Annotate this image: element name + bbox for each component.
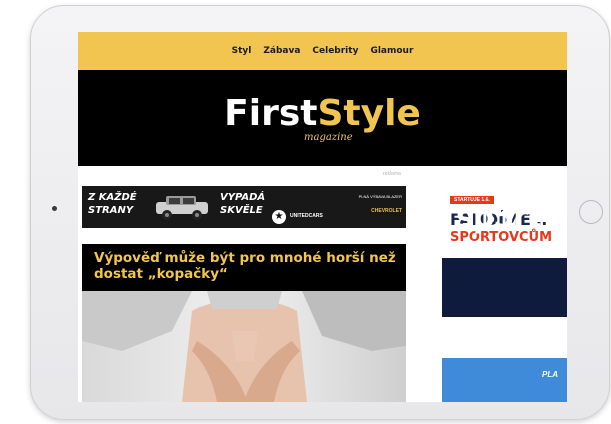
logo-first: First [224, 93, 318, 134]
side-ad-bottom [442, 258, 567, 317]
article-image[interactable] [82, 291, 406, 402]
home-button[interactable] [579, 200, 603, 224]
camera-icon [52, 206, 57, 211]
article-headline[interactable]: Výpověď může být pro mnohé horší než dos… [94, 250, 400, 282]
banner-left-text: Z KAŽDÉ STRANY [88, 192, 137, 216]
top-nav: Styl Zábava Celebrity Glamour [78, 32, 567, 70]
screen: Styl Zábava Celebrity Glamour FirstStyle… [78, 32, 567, 402]
side-ad-secondary[interactable]: PLA [442, 358, 567, 402]
nav-item-celebrity[interactable]: Celebrity [312, 46, 358, 56]
side-ad-sport[interactable]: STARTUJE 1.6. FANDÍME… SPORTOVCŮM sp5rt [442, 192, 567, 317]
article-card[interactable]: Výpověď může být pro mnohé horší než dos… [82, 244, 406, 402]
car-icon [156, 196, 208, 220]
brand-right-text: PLNÁ VÝBAVA BLAZER [358, 194, 402, 199]
nav-item-zabava[interactable]: Zábava [263, 46, 300, 56]
star-icon: ★ [272, 210, 286, 224]
chevrolet-logo: CHEVROLET [371, 208, 402, 214]
nav-item-glamour[interactable]: Glamour [370, 46, 413, 56]
site-logo[interactable]: FirstStyle [78, 96, 567, 132]
dealer-name: UNITEDCARS [290, 213, 323, 219]
logo-style: Style [317, 93, 421, 134]
ad-label: reklama [383, 171, 401, 177]
sport-logo: sp5rt [456, 200, 541, 235]
banner-mid-text: VYPADÁ SKVĚLE [220, 192, 266, 216]
side-ad2-label: PLA [542, 370, 558, 379]
nav-item-styl[interactable]: Styl [232, 46, 252, 56]
banner-ad[interactable]: Z KAŽDÉ STRANY VYPADÁ SKVĚLE ★ UNITEDCAR… [82, 186, 406, 228]
logo-tagline: magazine [304, 132, 353, 143]
